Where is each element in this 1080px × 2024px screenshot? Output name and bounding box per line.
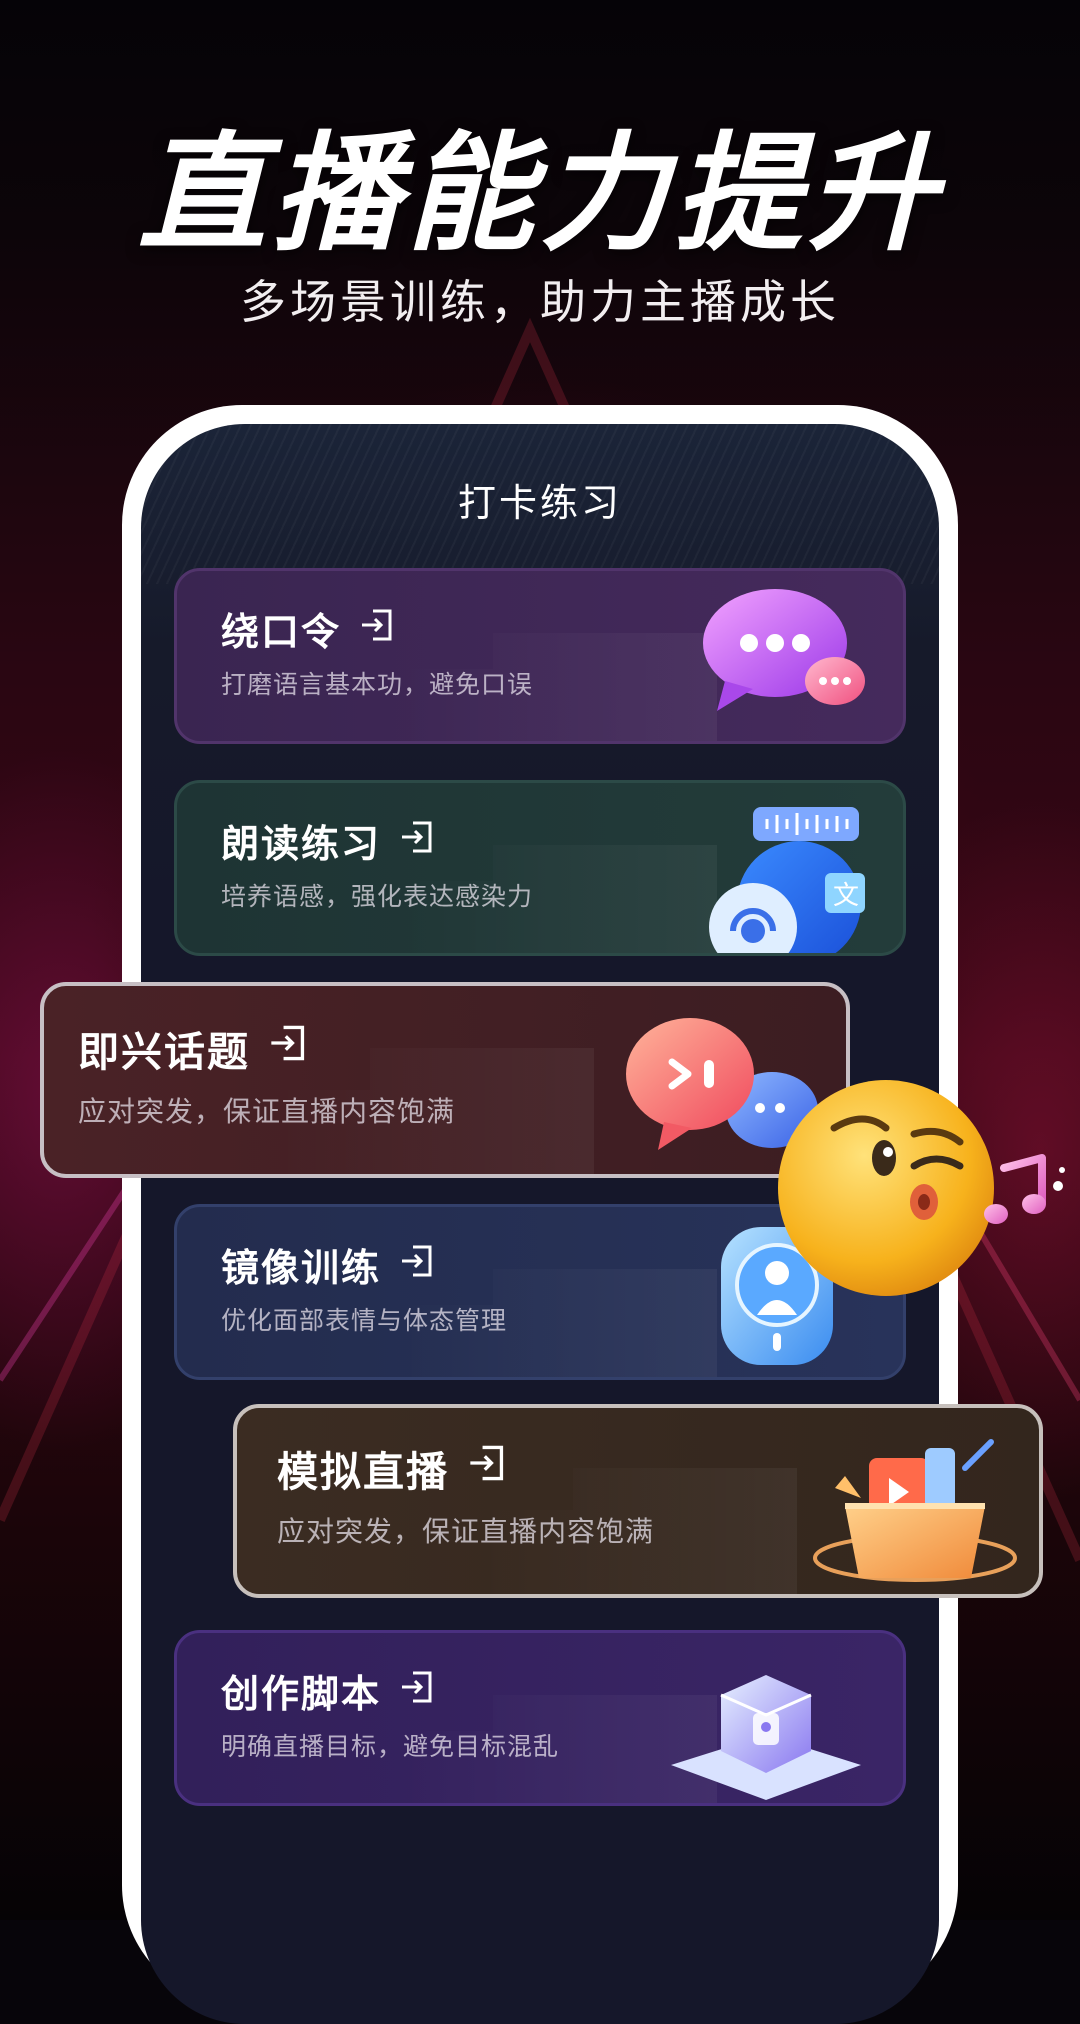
enter-icon xyxy=(399,1669,435,1713)
headset-translate-icon: 文 xyxy=(709,807,865,953)
lock-cube-icon xyxy=(671,1675,861,1800)
card-description: 打磨语言基本功，避免口误 xyxy=(221,670,534,699)
screen-title: 打卡练习 xyxy=(457,481,622,525)
card-mock-livestream[interactable]: 模拟直播 应对突发，保证直播内容饱满 xyxy=(233,1404,1043,1598)
card-improv-topic[interactable]: 即兴话题 应对突发，保证直播内容饱满 xyxy=(40,982,850,1178)
card-description: 应对突发，保证直播内容饱满 xyxy=(78,1095,456,1128)
card-title: 镜像训练 xyxy=(221,1246,382,1290)
chat-bubble-icon xyxy=(703,589,865,711)
subheadline: 多场景训练，助力主播成长 xyxy=(240,275,840,329)
card-tongue-twister[interactable]: 绕口令 打磨语言基本功，避免口误 xyxy=(174,568,906,744)
card-description: 应对突发，保证直播内容饱满 xyxy=(277,1515,655,1548)
card-title: 即兴话题 xyxy=(78,1028,250,1076)
enter-icon xyxy=(399,1243,435,1287)
card-description: 培养语感，强化表达感染力 xyxy=(221,882,534,911)
enter-icon xyxy=(268,1024,308,1072)
gift-box-icon xyxy=(813,1439,1017,1582)
kissing-winking-emoji-icon xyxy=(778,1080,994,1296)
card-script-writing[interactable]: 创作脚本 明确直播目标，避免目标混乱 xyxy=(174,1630,906,1806)
card-description: 优化面部表情与体态管理 xyxy=(221,1306,508,1335)
music-note-icon xyxy=(984,1154,1065,1224)
card-title: 模拟直播 xyxy=(277,1448,449,1496)
svg-text:文: 文 xyxy=(833,881,859,911)
headline: 直播能力提升 xyxy=(137,120,942,269)
enter-icon xyxy=(359,607,395,651)
enter-icon xyxy=(467,1444,507,1492)
card-description: 明确直播目标，避免目标混乱 xyxy=(221,1732,560,1761)
card-title: 创作脚本 xyxy=(221,1672,382,1716)
enter-icon xyxy=(399,819,435,863)
card-title: 绕口令 xyxy=(221,610,342,654)
card-reading-practice[interactable]: 朗读练习 培养语感，强化表达感染力 文 xyxy=(174,780,906,956)
card-title: 朗读练习 xyxy=(221,822,382,866)
